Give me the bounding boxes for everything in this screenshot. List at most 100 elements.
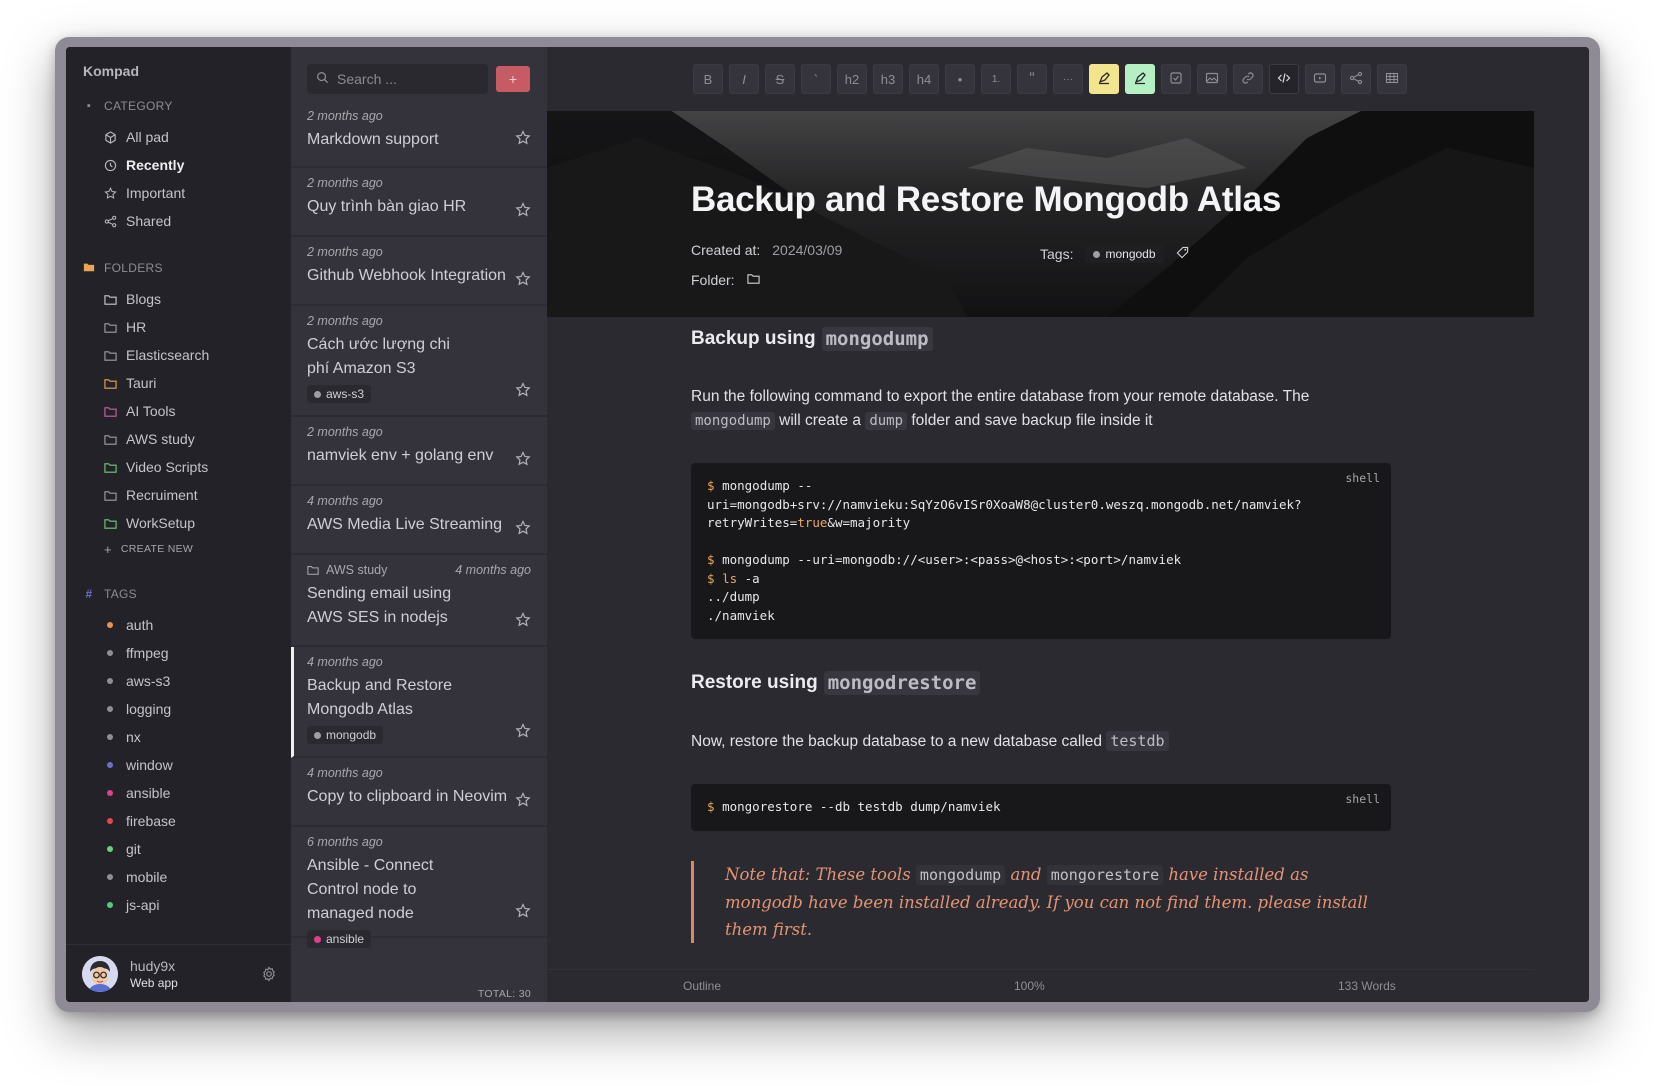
tag-item-ffmpeg[interactable]: ffmpeg — [66, 639, 291, 667]
category-all-pad[interactable]: All pad — [66, 123, 291, 151]
note-title: Markdown support — [307, 131, 439, 148]
bullet-list-button[interactable]: • — [945, 64, 975, 94]
search-input[interactable]: Search ... — [337, 71, 397, 87]
code-block-backup[interactable]: shell $ mongodump -- uri=mongodb+srv://na… — [691, 463, 1391, 639]
blockquote-button[interactable]: “ — [1017, 64, 1047, 94]
add-note-button[interactable]: + — [496, 66, 530, 92]
folder-item-recruiment[interactable]: Recruiment — [66, 481, 291, 509]
folder-label: Elasticsearch — [126, 347, 210, 363]
tag-item-aws-s3[interactable]: aws-s3 — [66, 667, 291, 695]
highlight-yellow-button[interactable] — [1089, 64, 1119, 94]
inline-code-button[interactable]: ` — [801, 64, 831, 94]
star-icon[interactable] — [515, 202, 531, 218]
heading4-button[interactable]: h4 — [909, 64, 939, 94]
category-label: Shared — [126, 213, 172, 229]
folder-item-aws-study[interactable]: AWS study — [66, 425, 291, 453]
folder-item-hr[interactable]: HR — [66, 313, 291, 341]
star-icon[interactable] — [515, 451, 531, 467]
tag-label: aws-s3 — [126, 673, 171, 689]
folder-icon — [103, 432, 117, 446]
note-item[interactable]: 2 months ago Markdown support — [291, 109, 547, 168]
note-item[interactable]: 2 months ago namviek env + golang env — [291, 417, 547, 486]
user-subtitle: Web app — [130, 975, 178, 990]
note-item[interactable]: AWS study 4 months ago Sending email usi… — [291, 555, 547, 647]
note-item[interactable]: 2 months ago Quy trình bàn giao HR — [291, 168, 547, 237]
category-shared[interactable]: Shared — [66, 207, 291, 235]
note-item-selected[interactable]: 4 months ago Backup and Restore Mongodb … — [291, 647, 547, 758]
heading3-button[interactable]: h3 — [873, 64, 903, 94]
clock-icon — [103, 158, 117, 172]
inline-code: dump — [865, 412, 908, 430]
table-button[interactable] — [1377, 64, 1407, 94]
code-block-button[interactable] — [1269, 64, 1299, 94]
star-icon[interactable] — [515, 130, 531, 146]
link-button[interactable] — [1233, 64, 1263, 94]
outline-toggle[interactable]: Outline — [683, 979, 721, 993]
note-tag-chip[interactable]: mongodb — [1085, 245, 1164, 263]
code-block-restore[interactable]: shell $ mongorestore --db testdb dump/nam… — [691, 784, 1391, 831]
note-item[interactable]: 6 months ago Ansible - Connect Control n… — [291, 827, 547, 948]
tag-item-nx[interactable]: nx — [66, 723, 291, 751]
folder-item-elasticsearch[interactable]: Elasticsearch — [66, 341, 291, 369]
star-icon[interactable] — [515, 903, 531, 919]
folder-icon — [103, 320, 117, 334]
folder-item-tauri[interactable]: Tauri — [66, 369, 291, 397]
note-time: 2 months ago — [307, 245, 383, 259]
diagram-button[interactable] — [1341, 64, 1371, 94]
folder-icon — [103, 488, 117, 502]
ordered-list-button[interactable]: 1. — [981, 64, 1011, 94]
video-button[interactable] — [1305, 64, 1335, 94]
tag-item-logging[interactable]: logging — [66, 695, 291, 723]
folder-item-blogs[interactable]: Blogs — [66, 285, 291, 313]
note-item[interactable]: 4 months ago Copy to clipboard in Neovim — [291, 758, 547, 827]
note-time: 2 months ago — [307, 314, 383, 328]
zoom-level[interactable]: 100% — [1014, 979, 1045, 993]
note-item[interactable]: 2 months ago Github Webhook Integration — [291, 237, 547, 306]
highlight-green-button[interactable] — [1125, 64, 1155, 94]
create-folder-button[interactable]: + CREATE NEW — [66, 537, 291, 561]
hash-icon: # — [85, 587, 93, 601]
note-title-heading[interactable]: Backup and Restore Mongodb Atlas — [691, 180, 1281, 220]
tag-item-firebase[interactable]: firebase — [66, 807, 291, 835]
note-item[interactable]: 4 months ago AWS Media Live Streaming — [291, 486, 547, 555]
checkbox-button[interactable] — [1161, 64, 1191, 94]
note-tag-chip[interactable]: mongodb — [307, 726, 384, 744]
star-icon[interactable] — [515, 382, 531, 398]
tag-item-auth[interactable]: auth — [66, 611, 291, 639]
category-recently[interactable]: Recently — [66, 151, 291, 179]
category-important[interactable]: Important — [66, 179, 291, 207]
category-label: Important — [126, 185, 186, 201]
tag-item-js-api[interactable]: js-api — [66, 891, 291, 919]
heading2-button[interactable]: h2 — [837, 64, 867, 94]
code-line: mongorestore --db testdb dump/namviek — [722, 799, 1001, 814]
tag-item-git[interactable]: git — [66, 835, 291, 863]
checkbox-icon — [1169, 71, 1183, 88]
code-line: mongodump -- — [722, 478, 813, 493]
folder-item-ai-tools[interactable]: AI Tools — [66, 397, 291, 425]
note-tag-chip[interactable]: aws-s3 — [307, 385, 372, 403]
folder-picker-icon[interactable] — [746, 272, 760, 288]
star-icon[interactable] — [515, 271, 531, 287]
bold-button[interactable]: B — [693, 64, 723, 94]
gear-icon[interactable] — [261, 966, 277, 982]
search-box[interactable]: Search ... — [307, 64, 488, 94]
note-tag-chip[interactable]: ansible — [307, 930, 372, 948]
folder-item-video-scripts[interactable]: Video Scripts — [66, 453, 291, 481]
user-profile[interactable]: hudy9x Web app — [66, 944, 291, 1002]
star-icon[interactable] — [515, 723, 531, 739]
more-button[interactable]: ··· — [1053, 64, 1083, 94]
tag-add-icon[interactable] — [1176, 246, 1189, 262]
tag-item-ansible[interactable]: ansible — [66, 779, 291, 807]
star-icon[interactable] — [515, 612, 531, 628]
note-time: 2 months ago — [307, 425, 383, 439]
note-item[interactable]: 2 months ago Cách ước lượng chi phí Amaz… — [291, 306, 547, 417]
folder-item-worksetup[interactable]: WorkSetup — [66, 509, 291, 537]
star-icon[interactable] — [515, 520, 531, 536]
strikethrough-button[interactable]: S — [765, 64, 795, 94]
note-content[interactable]: Backup using mongodump Run the following… — [691, 327, 1391, 943]
italic-button[interactable]: I — [729, 64, 759, 94]
tag-item-window[interactable]: window — [66, 751, 291, 779]
image-button[interactable] — [1197, 64, 1227, 94]
star-icon[interactable] — [515, 792, 531, 808]
tag-item-mobile[interactable]: mobile — [66, 863, 291, 891]
